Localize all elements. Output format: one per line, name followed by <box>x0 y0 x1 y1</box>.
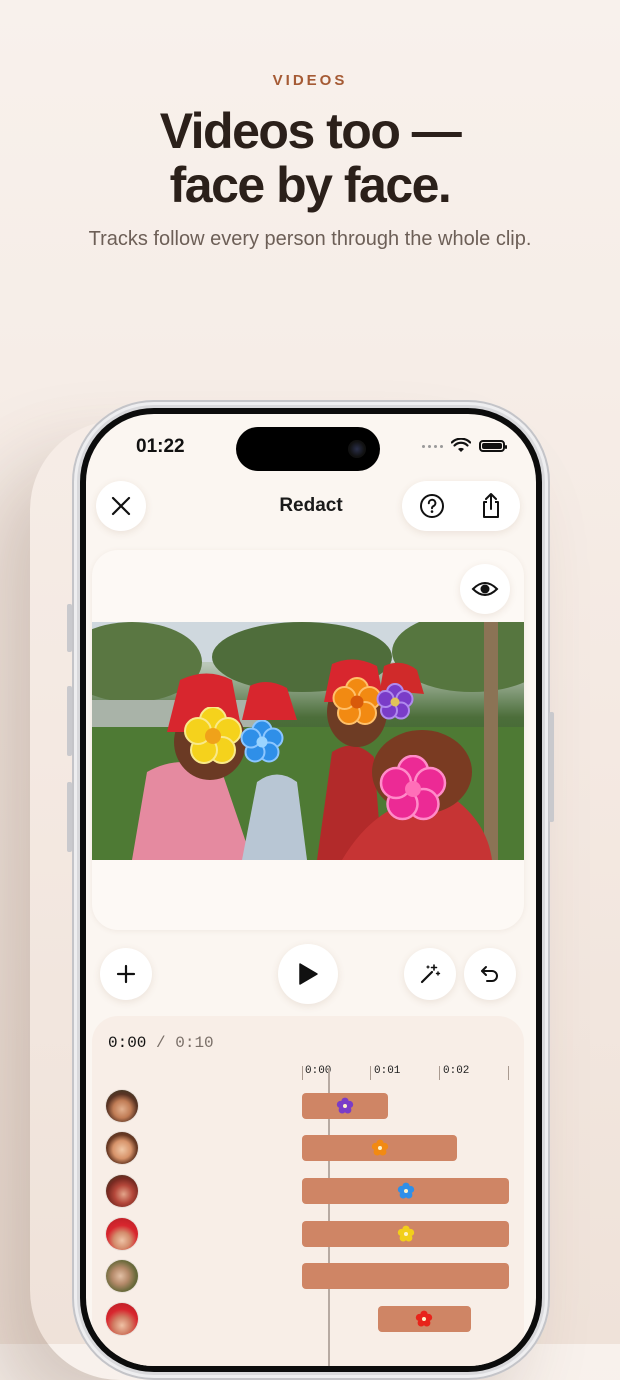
power-button <box>549 712 554 822</box>
phone-screen: 01:22 Redact 0:00 / 0:10 0:00 0:01 0:02 <box>86 414 536 1366</box>
silent-switch <box>67 604 72 652</box>
section-eyebrow: VIDEOS <box>272 72 348 89</box>
volume-down-button <box>67 782 72 852</box>
total-duration: 0:10 <box>175 1034 214 1052</box>
tick-label: 0:02 <box>443 1065 470 1077</box>
nav-actions <box>402 481 520 531</box>
wifi-icon <box>451 438 471 452</box>
track-sticker-icon <box>416 1310 433 1327</box>
undo-icon <box>481 966 498 982</box>
track-sticker-icon <box>371 1139 388 1156</box>
track-bar[interactable] <box>302 1135 458 1161</box>
track-bar[interactable] <box>302 1263 509 1289</box>
timeline-panel: 0:00 / 0:10 0:00 0:01 0:02 <box>92 1016 524 1366</box>
tick-label: 0:01 <box>374 1065 401 1077</box>
track-bar[interactable] <box>377 1306 472 1332</box>
share-icon <box>482 493 499 518</box>
eye-icon <box>471 582 499 596</box>
track-sticker-icon <box>397 1182 414 1199</box>
track-bar[interactable] <box>302 1093 389 1119</box>
video-frame-image <box>92 622 524 860</box>
play-button[interactable] <box>278 944 338 1004</box>
face-thumbnail[interactable] <box>106 1260 138 1292</box>
play-icon <box>299 963 318 985</box>
battery-icon <box>479 440 507 452</box>
face-thumbnail[interactable] <box>106 1132 138 1164</box>
headline-line-1: Videos too — <box>159 103 462 159</box>
magic-wand-icon <box>420 964 441 984</box>
camera-icon <box>348 440 366 458</box>
tick-mark <box>370 1066 371 1080</box>
plus-icon <box>116 964 136 984</box>
face-thumbnail[interactable] <box>106 1090 138 1122</box>
tick-mark <box>302 1066 303 1080</box>
toggle-visibility-button[interactable] <box>460 564 510 614</box>
sticker-pink-flower[interactable] <box>377 755 449 823</box>
undo-button[interactable] <box>464 948 516 1000</box>
video-frame[interactable] <box>92 622 524 860</box>
tick-mark <box>508 1066 509 1080</box>
tick-mark <box>439 1066 440 1080</box>
subtitle: Tracks follow every person through the w… <box>88 228 532 250</box>
sticker-purple-flower[interactable] <box>375 683 415 721</box>
headline: Videos too — face by face. <box>0 104 620 212</box>
headline-line-2: face by face. <box>169 157 452 213</box>
track-bar[interactable] <box>302 1178 509 1204</box>
track-sticker-icon <box>397 1225 414 1242</box>
volume-up-button <box>67 686 72 756</box>
question-circle-icon <box>419 494 444 518</box>
status-icons <box>422 438 507 454</box>
time-separator: / <box>156 1034 166 1052</box>
timecode: 0:00 / 0:10 <box>108 1034 214 1052</box>
sticker-blue-flower[interactable] <box>239 720 285 764</box>
status-time: 01:22 <box>136 436 185 457</box>
help-button[interactable] <box>402 481 461 531</box>
add-button[interactable] <box>100 948 152 1000</box>
track-bar[interactable] <box>302 1221 509 1247</box>
current-time: 0:00 <box>108 1034 147 1052</box>
sticker-yellow-flower[interactable] <box>182 707 244 765</box>
track-sticker-icon <box>336 1097 354 1114</box>
auto-detect-button[interactable] <box>404 948 456 1000</box>
share-button[interactable] <box>461 481 520 531</box>
signal-icon <box>422 444 443 448</box>
face-thumbnail[interactable] <box>106 1175 138 1207</box>
face-thumbnail[interactable] <box>106 1218 138 1250</box>
face-thumbnail[interactable] <box>106 1303 138 1335</box>
dynamic-island <box>236 427 380 471</box>
